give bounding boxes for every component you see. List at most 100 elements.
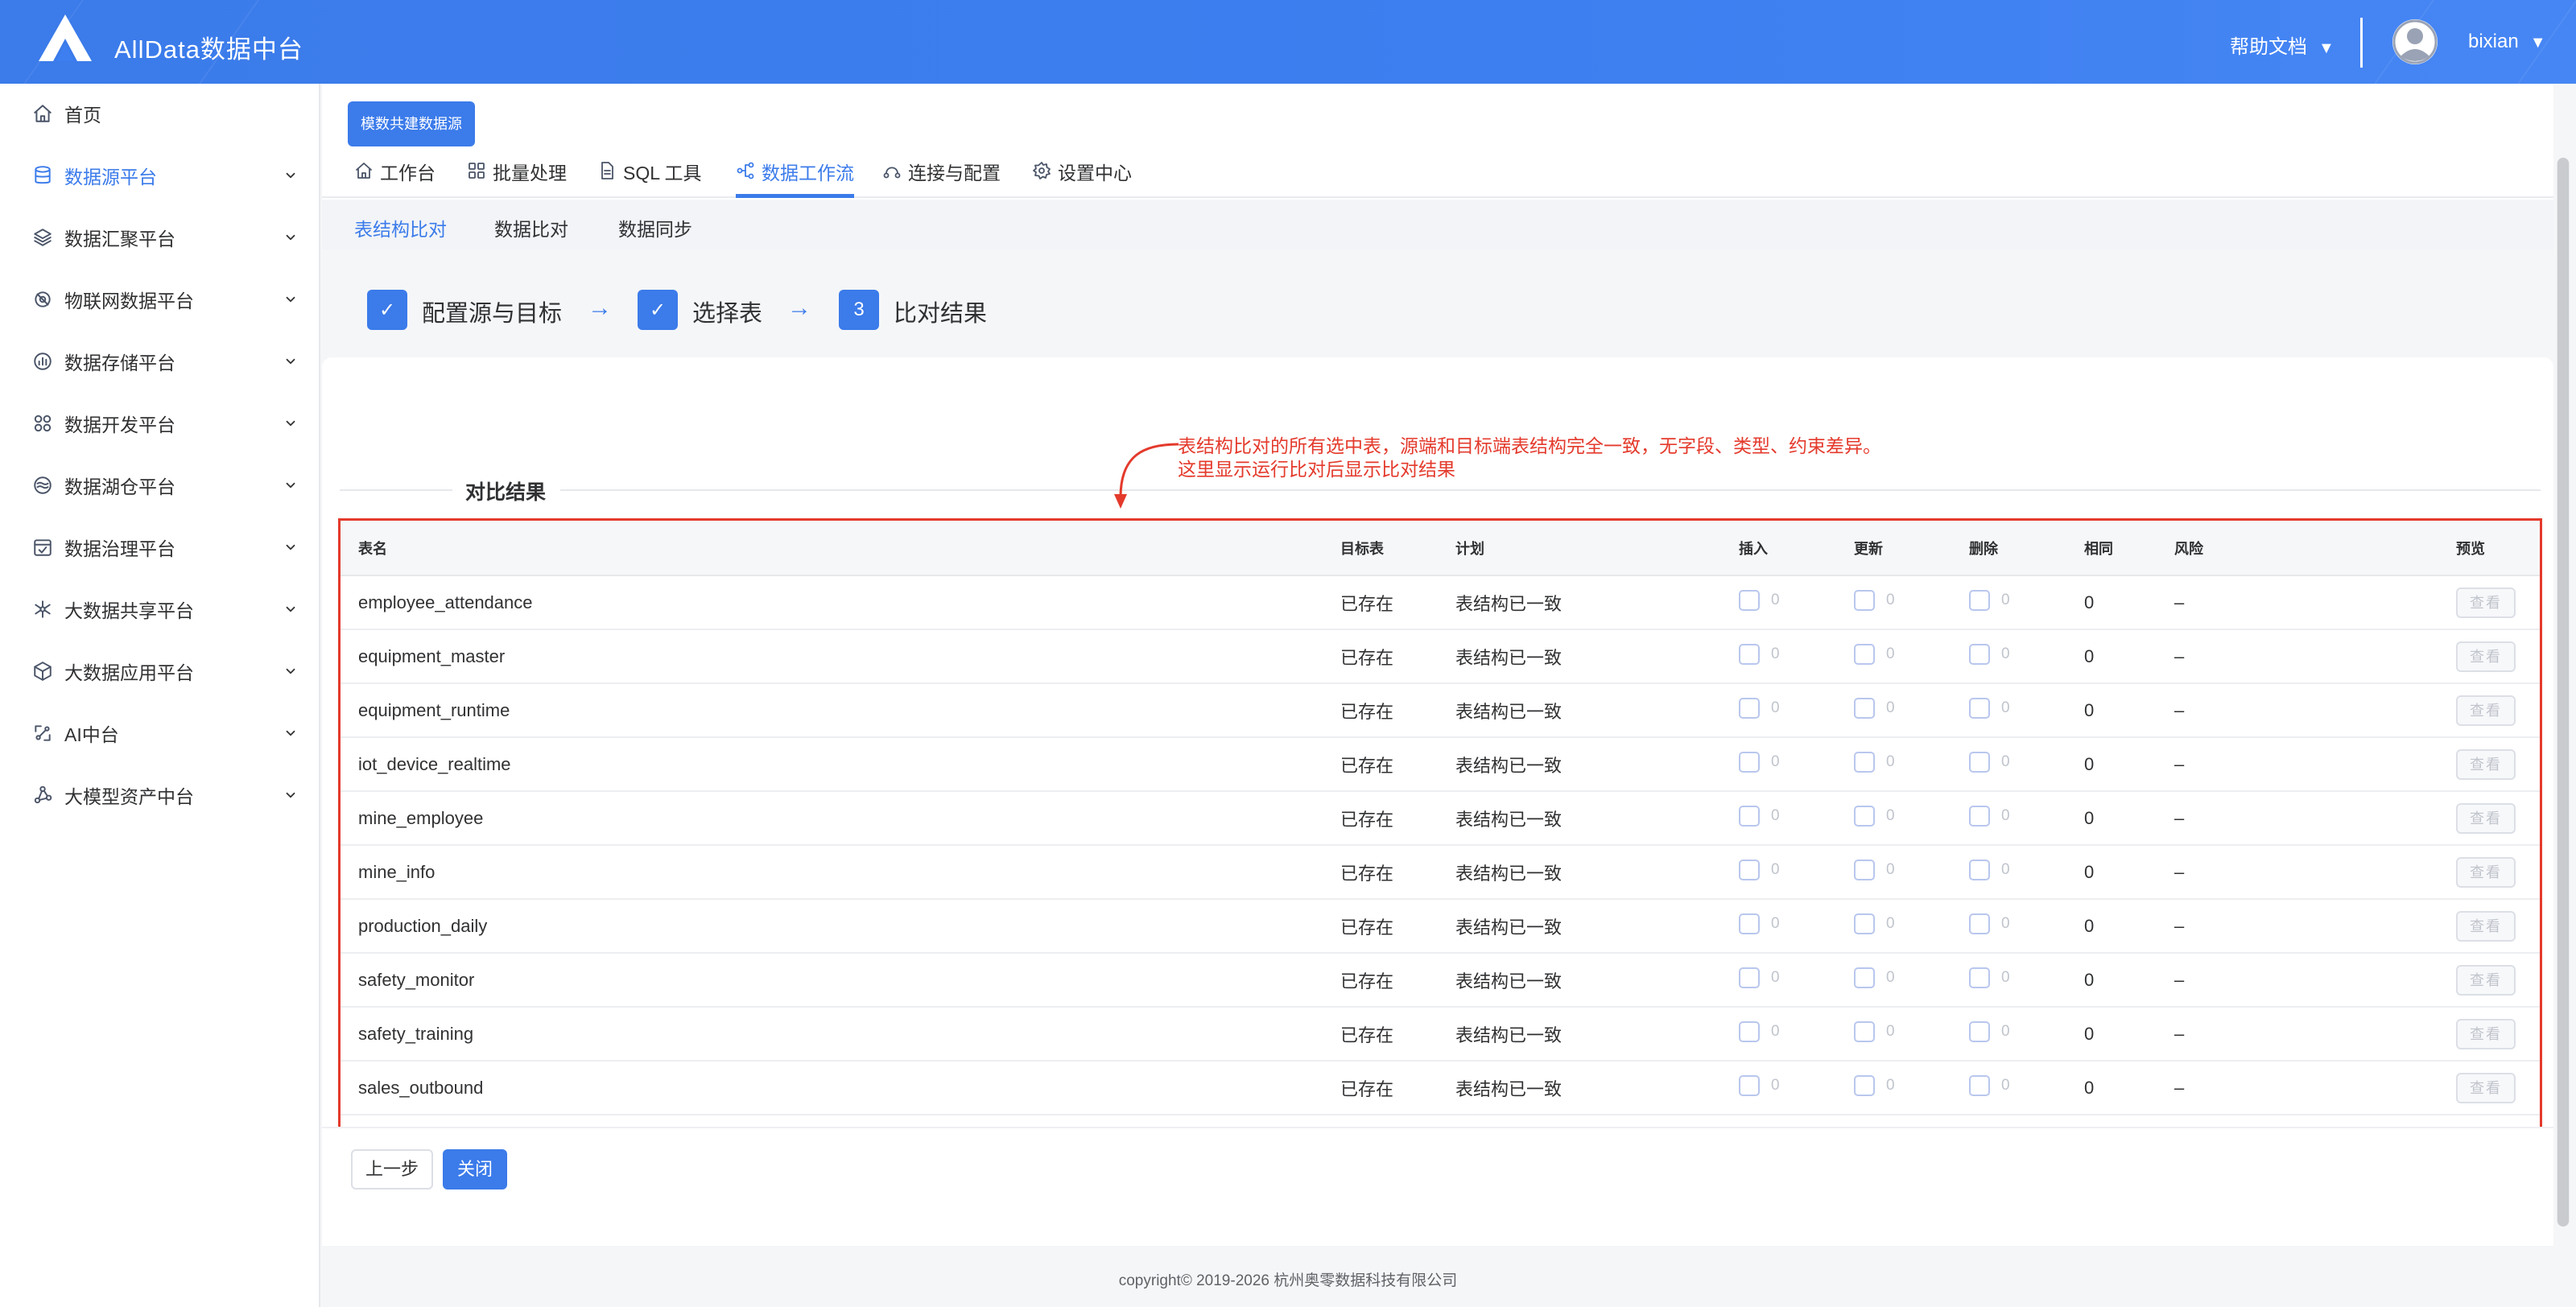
tab-item[interactable]: 数据工作流	[736, 158, 854, 198]
subtab-item[interactable]: 数据比对	[494, 214, 568, 241]
delete-checkbox[interactable]: 0	[1969, 643, 2010, 665]
view-button[interactable]: 查看	[2456, 910, 2516, 942]
delete-checkbox[interactable]: 0	[1969, 1074, 2010, 1096]
checkbox-box[interactable]	[1854, 643, 1875, 665]
insert-checkbox[interactable]: 0	[1739, 805, 1780, 827]
checkbox-box[interactable]	[1854, 913, 1875, 934]
checkbox-box[interactable]	[1969, 751, 1990, 773]
previous-step-button[interactable]: 上一步	[351, 1149, 433, 1189]
view-button[interactable]: 查看	[2456, 1072, 2516, 1103]
checkbox-box[interactable]	[1854, 859, 1875, 880]
expand-chevron[interactable]	[283, 540, 298, 555]
insert-checkbox[interactable]: 0	[1739, 967, 1780, 988]
sidebar-item[interactable]: 数据源平台	[0, 147, 320, 204]
delete-checkbox[interactable]: 0	[1969, 967, 2010, 988]
sidebar-item[interactable]: 大数据共享平台	[0, 581, 320, 637]
update-checkbox[interactable]: 0	[1854, 967, 1895, 988]
checkbox-box[interactable]	[1854, 589, 1875, 611]
help-docs-menu[interactable]: 帮助文档 ▼	[2230, 31, 2334, 59]
checkbox-box[interactable]	[1739, 643, 1760, 665]
update-checkbox[interactable]: 0	[1854, 697, 1895, 719]
app-logo-icon[interactable]	[37, 13, 93, 63]
checkbox-box[interactable]	[1739, 1074, 1760, 1096]
expand-chevron[interactable]	[283, 602, 298, 616]
checkbox-box[interactable]	[1969, 967, 1990, 988]
tab-item[interactable]: SQL 工具	[597, 158, 702, 198]
app-title[interactable]: AllData数据中台	[114, 29, 303, 65]
checkbox-box[interactable]	[1969, 913, 1990, 934]
checkbox-box[interactable]	[1969, 859, 1990, 880]
user-menu[interactable]: bixian ▼	[2468, 31, 2546, 53]
expand-chevron[interactable]	[283, 788, 298, 802]
checkbox-box[interactable]	[1739, 913, 1760, 934]
update-checkbox[interactable]: 0	[1854, 643, 1895, 665]
checkbox-box[interactable]	[1739, 589, 1760, 611]
subtab-item[interactable]: 数据同步	[618, 214, 692, 241]
delete-checkbox[interactable]: 0	[1969, 913, 2010, 934]
sidebar-item[interactable]: 数据开发平台	[0, 395, 320, 451]
delete-checkbox[interactable]: 0	[1969, 751, 2010, 773]
checkbox-box[interactable]	[1739, 859, 1760, 880]
update-checkbox[interactable]: 0	[1854, 589, 1895, 611]
checkbox-box[interactable]	[1854, 1074, 1875, 1096]
view-button[interactable]: 查看	[2456, 587, 2516, 618]
checkbox-box[interactable]	[1854, 967, 1875, 988]
delete-checkbox[interactable]: 0	[1969, 805, 2010, 827]
sidebar-item[interactable]: 数据汇聚平台	[0, 209, 320, 266]
delete-checkbox[interactable]: 0	[1969, 1020, 2010, 1042]
checkbox-box[interactable]	[1969, 1020, 1990, 1042]
checkbox-box[interactable]	[1739, 1020, 1760, 1042]
delete-checkbox[interactable]: 0	[1969, 859, 2010, 880]
close-button[interactable]: 关闭	[443, 1149, 507, 1189]
sidebar-item[interactable]: 数据治理平台	[0, 519, 320, 575]
sidebar-item[interactable]: AI中台	[0, 705, 320, 761]
tab-item[interactable]: 设置中心	[1032, 158, 1132, 198]
sidebar-item[interactable]: 首页	[0, 85, 320, 142]
view-button[interactable]: 查看	[2456, 748, 2516, 780]
view-button[interactable]: 查看	[2456, 695, 2516, 726]
checkbox-box[interactable]	[1739, 967, 1760, 988]
insert-checkbox[interactable]: 0	[1739, 589, 1780, 611]
view-button[interactable]: 查看	[2456, 1018, 2516, 1049]
update-checkbox[interactable]: 0	[1854, 751, 1895, 773]
insert-checkbox[interactable]: 0	[1739, 697, 1780, 719]
checkbox-box[interactable]	[1739, 697, 1760, 719]
checkbox-box[interactable]	[1854, 751, 1875, 773]
expand-chevron[interactable]	[283, 168, 298, 183]
insert-checkbox[interactable]: 0	[1739, 1074, 1780, 1096]
view-button[interactable]: 查看	[2456, 856, 2516, 888]
sidebar-item[interactable]: 大数据应用平台	[0, 643, 320, 699]
sidebar-item[interactable]: 数据存储平台	[0, 333, 320, 390]
expand-chevron[interactable]	[283, 726, 298, 740]
update-checkbox[interactable]: 0	[1854, 805, 1895, 827]
delete-checkbox[interactable]: 0	[1969, 697, 2010, 719]
delete-checkbox[interactable]: 0	[1969, 589, 2010, 611]
insert-checkbox[interactable]: 0	[1739, 643, 1780, 665]
tab-item[interactable]: 批量处理	[467, 158, 567, 198]
tab-item[interactable]: 工作台	[354, 158, 436, 198]
checkbox-box[interactable]	[1969, 643, 1990, 665]
update-checkbox[interactable]: 0	[1854, 859, 1895, 880]
page-scrollbar[interactable]	[2557, 158, 2570, 1227]
sidebar-item[interactable]: 物联网数据平台	[0, 271, 320, 328]
insert-checkbox[interactable]: 0	[1739, 913, 1780, 934]
update-checkbox[interactable]: 0	[1854, 1020, 1895, 1042]
checkbox-box[interactable]	[1854, 805, 1875, 827]
checkbox-box[interactable]	[1854, 697, 1875, 719]
checkbox-box[interactable]	[1969, 589, 1990, 611]
expand-chevron[interactable]	[283, 292, 298, 307]
checkbox-box[interactable]	[1854, 1020, 1875, 1042]
sidebar-item[interactable]: 数据湖仓平台	[0, 457, 320, 513]
user-avatar[interactable]	[2392, 19, 2438, 64]
view-button[interactable]: 查看	[2456, 964, 2516, 996]
checkbox-box[interactable]	[1969, 805, 1990, 827]
checkbox-box[interactable]	[1969, 697, 1990, 719]
scrollbar-thumb[interactable]	[2557, 158, 2569, 1227]
view-button[interactable]: 查看	[2456, 802, 2516, 834]
sidebar-item[interactable]: 大模型资产中台	[0, 767, 320, 823]
expand-chevron[interactable]	[283, 230, 298, 245]
checkbox-box[interactable]	[1739, 751, 1760, 773]
insert-checkbox[interactable]: 0	[1739, 1020, 1780, 1042]
insert-checkbox[interactable]: 0	[1739, 859, 1780, 880]
create-datasource-button[interactable]: 模数共建数据源	[348, 101, 475, 146]
